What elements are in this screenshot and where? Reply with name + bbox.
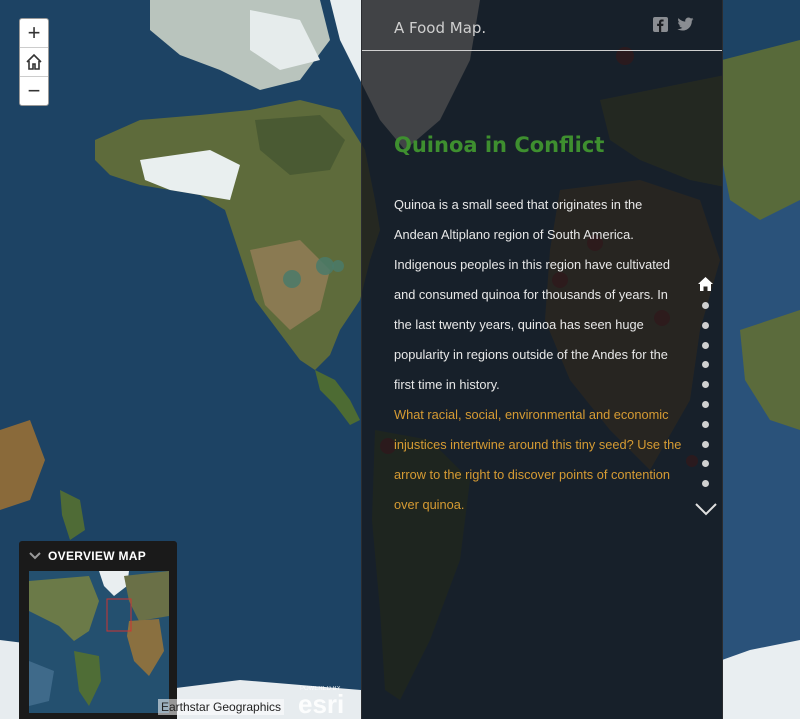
home-icon: [26, 53, 42, 70]
facebook-icon[interactable]: [653, 17, 668, 32]
chevron-down-icon[interactable]: [694, 502, 718, 516]
story-question: What racial, social, environmental and e…: [394, 407, 682, 512]
panel-header: A Food Map.: [362, 0, 722, 51]
overview-title: OVERVIEW MAP: [48, 549, 147, 563]
social-links: [653, 17, 694, 32]
story-section-dot[interactable]: [702, 321, 709, 329]
zoom-control: + −: [19, 18, 49, 106]
chevron-down-icon[interactable]: [29, 552, 41, 560]
story-body: Quinoa is a small seed that originates i…: [394, 197, 671, 392]
story-section-dot[interactable]: [702, 341, 709, 349]
zoom-in-button[interactable]: +: [20, 19, 48, 48]
home-icon[interactable]: [697, 276, 714, 292]
esri-logo: POWERED BY esri: [298, 686, 344, 716]
story-title: Quinoa in Conflict: [394, 133, 605, 157]
twitter-icon[interactable]: [677, 17, 694, 32]
story-section-dot[interactable]: [702, 440, 709, 448]
zoom-out-label: −: [27, 78, 41, 103]
overview-map-panel: OVERVIEW MAP: [19, 541, 177, 719]
zoom-in-label: +: [27, 20, 41, 45]
overview-header[interactable]: OVERVIEW MAP: [29, 549, 146, 563]
app-brand[interactable]: A Food Map.: [394, 19, 486, 37]
overview-map[interactable]: [29, 571, 169, 713]
story-section-dot[interactable]: [702, 401, 709, 408]
story-panel: A Food Map. Quinoa in Conflict Quinoa is…: [361, 0, 723, 719]
home-button[interactable]: [20, 48, 48, 77]
overview-basemap: [29, 571, 169, 713]
story-section-dot[interactable]: [702, 302, 709, 309]
map-attribution: Earthstar Geographics: [158, 699, 285, 715]
zoom-out-button[interactable]: −: [20, 77, 48, 105]
story-section-dot[interactable]: [702, 420, 709, 428]
svg-text:esri: esri: [298, 689, 344, 716]
